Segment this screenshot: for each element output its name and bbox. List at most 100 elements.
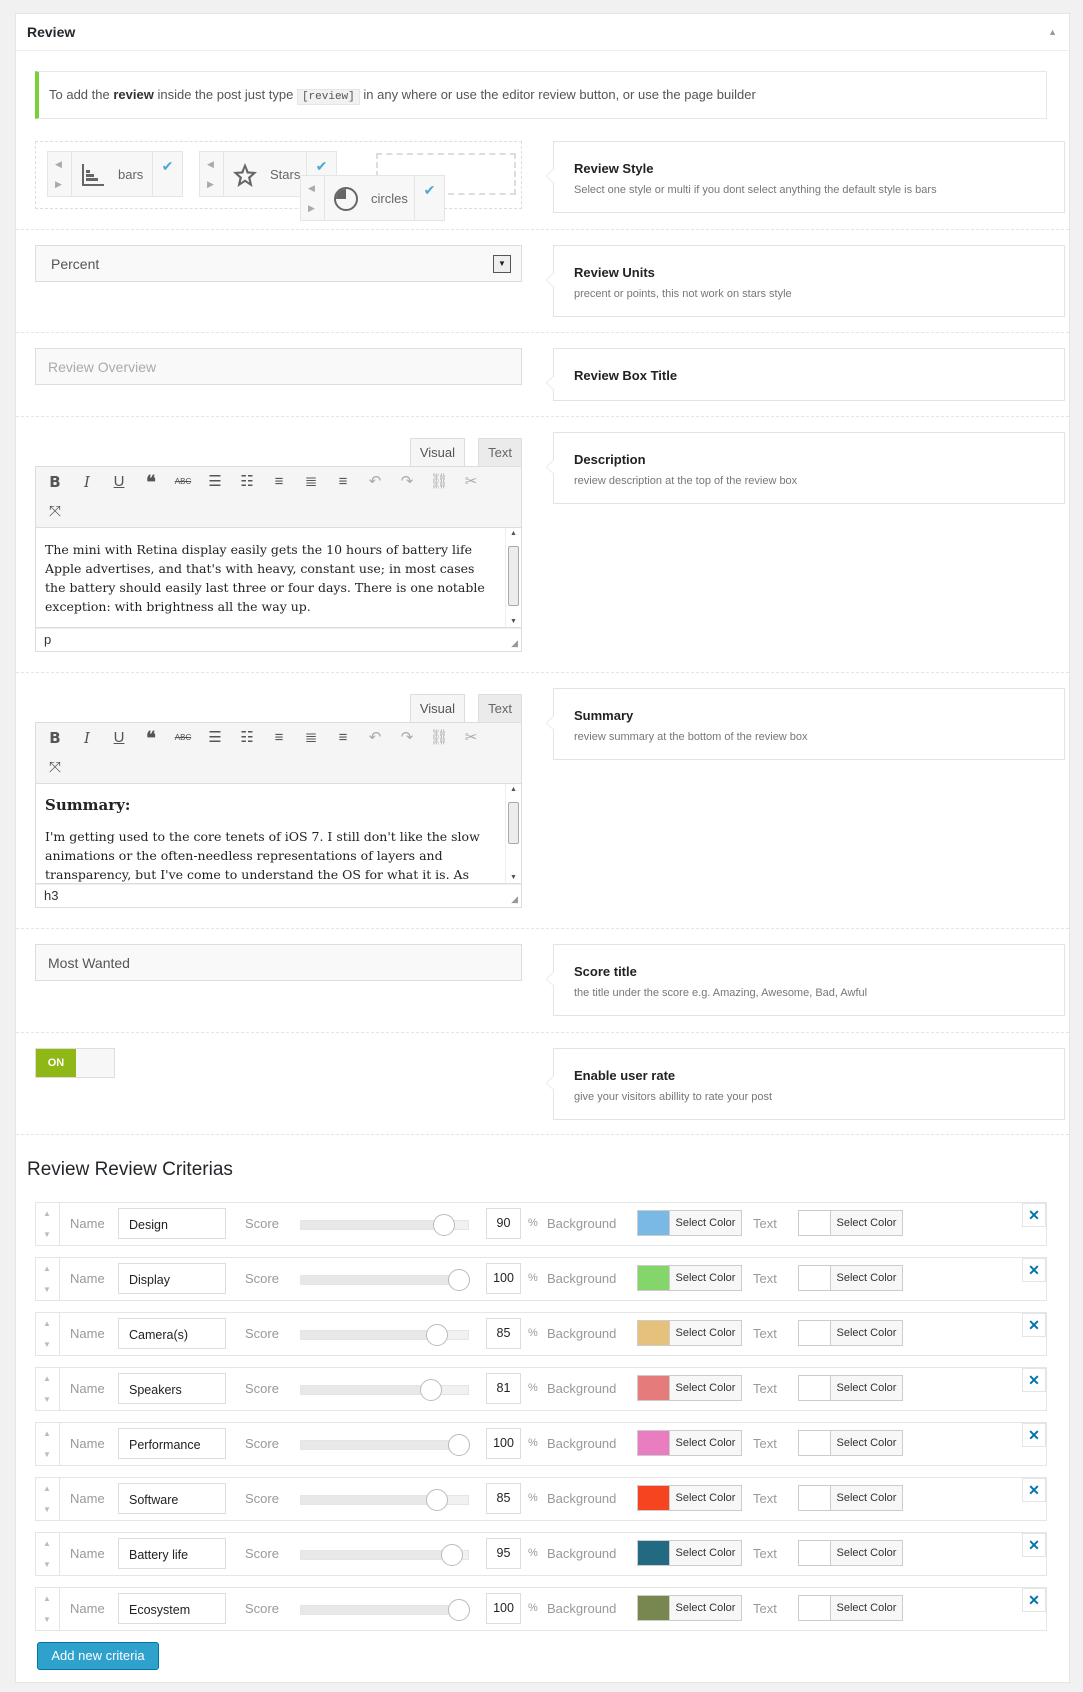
reorder-arrows[interactable]: ▲ ▼ [36, 1203, 60, 1245]
background-color-picker[interactable]: Select Color [637, 1595, 742, 1621]
reorder-arrows[interactable]: ▲ ▼ [36, 1423, 60, 1465]
align-right-icon[interactable]: ≡ [332, 727, 354, 749]
criteria-name-input[interactable]: Camera(s) [118, 1318, 226, 1349]
panel-header[interactable]: Review ▲ [16, 14, 1069, 51]
text-color-picker[interactable]: Select Color [798, 1430, 903, 1456]
score-input[interactable]: 90 [486, 1208, 521, 1239]
fullscreen-icon[interactable]: ⤧ [44, 501, 66, 523]
unlink-icon[interactable]: ✂ [460, 727, 482, 749]
select-color-button[interactable]: Select Color [669, 1376, 741, 1400]
text-color-picker[interactable]: Select Color [798, 1375, 903, 1401]
score-input[interactable]: 100 [486, 1263, 521, 1294]
criteria-name-input[interactable]: Design [118, 1208, 226, 1239]
background-color-picker[interactable]: Select Color [637, 1485, 742, 1511]
add-criteria-button[interactable]: Add new criteria [37, 1642, 159, 1670]
resize-handle-icon[interactable]: ◢ [511, 894, 518, 905]
tab-visual[interactable]: Visual [409, 694, 465, 722]
text-color-picker[interactable]: Select Color [798, 1485, 903, 1511]
close-x-icon[interactable]: ✕ [1022, 1478, 1046, 1502]
close-x-icon[interactable]: ✕ [1022, 1423, 1046, 1447]
reorder-arrows[interactable]: ▲ ▼ [36, 1258, 60, 1300]
style-option-circles[interactable]: ◀ ▶ circles ✔ [300, 175, 445, 221]
reorder-arrows[interactable]: ▲ ▼ [36, 1533, 60, 1575]
select-color-button[interactable]: Select Color [669, 1431, 741, 1455]
editor-scrollbar[interactable]: ▲ ▼ [505, 528, 521, 627]
select-color-button[interactable]: Select Color [669, 1486, 741, 1510]
background-color-picker[interactable]: Select Color [637, 1540, 742, 1566]
reorder-arrows[interactable]: ◀ ▶ [301, 176, 325, 220]
slider-handle[interactable] [440, 1544, 463, 1566]
score-input[interactable]: 81 [486, 1373, 521, 1404]
score-slider[interactable] [300, 1214, 469, 1236]
reorder-arrows[interactable]: ▲ ▼ [36, 1478, 60, 1520]
select-color-button[interactable]: Select Color [830, 1486, 902, 1510]
criteria-name-input[interactable]: Speakers [118, 1373, 226, 1404]
review-units-select[interactable]: Percent ▼ [35, 245, 522, 282]
text-color-picker[interactable]: Select Color [798, 1540, 903, 1566]
bold-icon[interactable]: B [44, 471, 66, 493]
editor-content-area[interactable]: The mini with Retina display easily gets… [35, 528, 522, 628]
slider-handle[interactable] [448, 1599, 470, 1621]
select-color-button[interactable]: Select Color [669, 1321, 741, 1345]
close-x-icon[interactable]: ✕ [1022, 1368, 1046, 1392]
close-x-icon[interactable]: ✕ [1022, 1588, 1046, 1612]
slider-handle[interactable] [425, 1489, 448, 1511]
reorder-arrows[interactable]: ◀ ▶ [200, 152, 224, 196]
tab-text[interactable]: Text [478, 694, 522, 722]
scroll-up-icon[interactable]: ▲ [510, 530, 517, 537]
select-color-button[interactable]: Select Color [669, 1596, 741, 1620]
editor-scrollbar[interactable]: ▲ ▼ [505, 784, 521, 883]
select-color-button[interactable]: Select Color [830, 1321, 902, 1345]
select-color-button[interactable]: Select Color [830, 1431, 902, 1455]
blockquote-icon[interactable]: ❝ [140, 471, 162, 493]
score-slider[interactable] [300, 1599, 470, 1621]
criteria-name-input[interactable]: Performance [118, 1428, 226, 1459]
undo-icon[interactable]: ↶ [364, 727, 386, 749]
criteria-name-input[interactable]: Display [118, 1263, 226, 1294]
link-icon[interactable]: ⛓ [428, 727, 450, 749]
scroll-up-icon[interactable]: ▲ [510, 786, 517, 793]
score-slider[interactable] [300, 1269, 470, 1291]
scroll-thumb[interactable] [508, 802, 519, 844]
numbered-list-icon[interactable]: ☷ [236, 727, 258, 749]
text-color-picker[interactable]: Select Color [798, 1595, 903, 1621]
underline-icon[interactable]: U [108, 471, 130, 493]
score-slider[interactable] [300, 1489, 469, 1511]
score-input[interactable]: 100 [486, 1593, 521, 1624]
underline-icon[interactable]: U [108, 727, 130, 749]
reorder-arrows[interactable]: ▲ ▼ [36, 1588, 60, 1630]
style-option-bars[interactable]: ◀ ▶ bars ✔ [47, 151, 183, 197]
link-icon[interactable]: ⛓ [428, 471, 450, 493]
tab-text[interactable]: Text [478, 438, 522, 466]
box-title-input[interactable]: Review Overview [35, 348, 522, 385]
chevron-down-icon[interactable]: ▼ [493, 255, 511, 273]
scroll-down-icon[interactable]: ▼ [510, 618, 517, 625]
score-input[interactable]: 100 [486, 1428, 521, 1459]
reorder-arrows[interactable]: ◀ ▶ [48, 152, 72, 196]
background-color-picker[interactable]: Select Color [637, 1210, 742, 1236]
score-slider[interactable] [300, 1324, 469, 1346]
close-x-icon[interactable]: ✕ [1022, 1203, 1046, 1227]
editor-content-area[interactable]: Summary: I'm getting used to the core te… [35, 784, 522, 884]
redo-icon[interactable]: ↷ [396, 727, 418, 749]
criteria-name-input[interactable]: Battery life [118, 1538, 226, 1569]
background-color-picker[interactable]: Select Color [637, 1320, 742, 1346]
select-color-button[interactable]: Select Color [830, 1211, 902, 1235]
numbered-list-icon[interactable]: ☷ [236, 471, 258, 493]
select-color-button[interactable]: Select Color [830, 1266, 902, 1290]
strikethrough-icon[interactable]: ABC [172, 727, 194, 749]
background-color-picker[interactable]: Select Color [637, 1430, 742, 1456]
background-color-picker[interactable]: Select Color [637, 1375, 742, 1401]
score-slider[interactable] [300, 1434, 470, 1456]
triangle-up-icon[interactable]: ▲ [1048, 27, 1057, 37]
align-left-icon[interactable]: ≡ [268, 471, 290, 493]
select-color-button[interactable]: Select Color [669, 1266, 741, 1290]
undo-icon[interactable]: ↶ [364, 471, 386, 493]
bullet-list-icon[interactable]: ☰ [204, 727, 226, 749]
score-title-input[interactable]: Most Wanted [35, 944, 522, 981]
align-center-icon[interactable]: ≣ [300, 727, 322, 749]
score-input[interactable]: 95 [486, 1538, 521, 1569]
tab-visual[interactable]: Visual [409, 438, 465, 466]
fullscreen-icon[interactable]: ⤧ [44, 757, 66, 779]
background-color-picker[interactable]: Select Color [637, 1265, 742, 1291]
